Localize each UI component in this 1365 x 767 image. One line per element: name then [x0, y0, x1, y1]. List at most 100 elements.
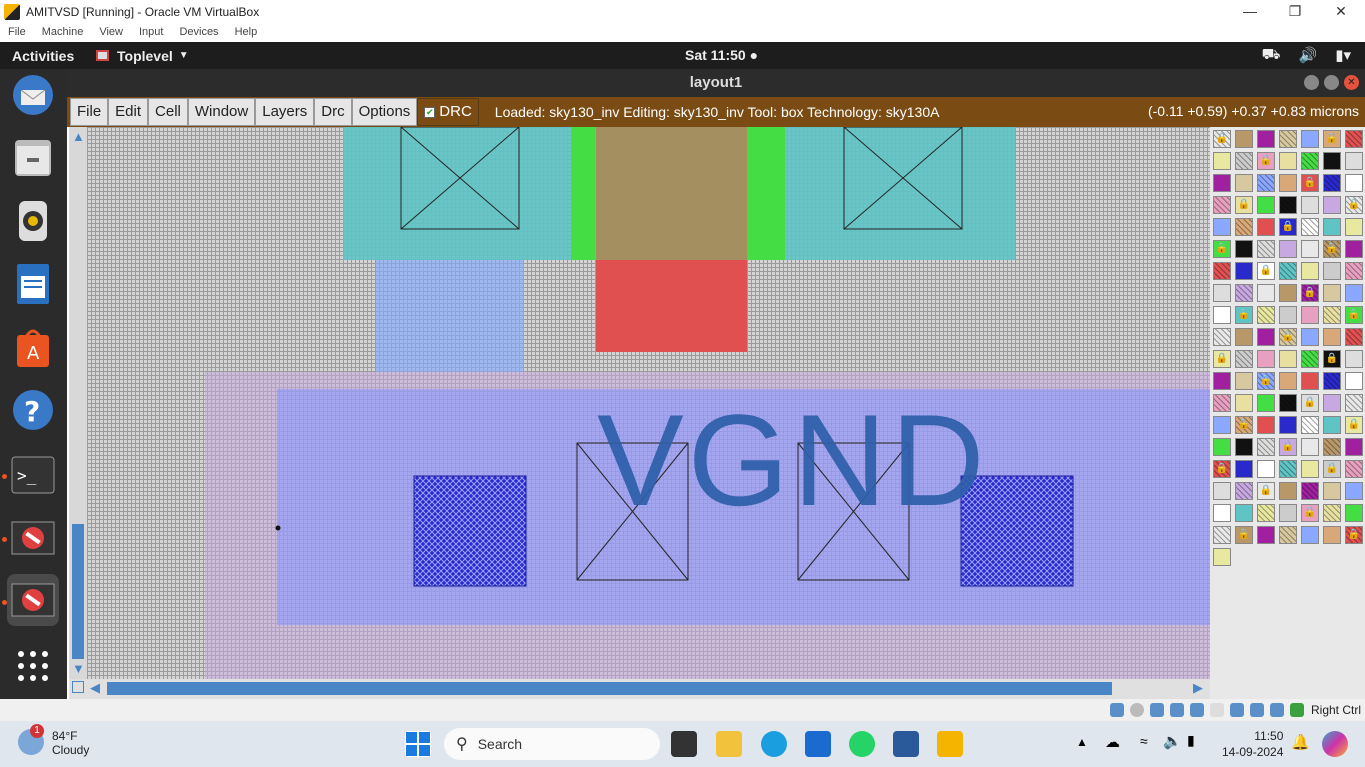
layer-swatch[interactable] — [1301, 328, 1319, 346]
layer-swatch[interactable]: 🔒 — [1323, 350, 1341, 368]
layer-swatch[interactable] — [1257, 284, 1275, 302]
cpu-icon[interactable] — [1270, 703, 1284, 717]
task-view-icon[interactable] — [671, 731, 697, 757]
layer-swatch[interactable]: 🔒 — [1213, 130, 1231, 148]
wifi-icon[interactable]: ≈ — [1140, 733, 1148, 749]
layer-swatch[interactable]: 🔒 — [1345, 196, 1363, 214]
layer-swatch[interactable] — [1213, 526, 1231, 544]
layer-swatch[interactable] — [1279, 196, 1297, 214]
layer-swatch[interactable] — [1257, 438, 1275, 456]
layer-swatch[interactable] — [1257, 416, 1275, 434]
audio-icon[interactable] — [1150, 703, 1164, 717]
layer-swatch[interactable] — [1213, 328, 1231, 346]
dock-writer[interactable] — [7, 258, 59, 310]
magic-menu-edit[interactable]: Edit — [108, 98, 149, 126]
display-icon[interactable] — [1230, 703, 1244, 717]
layer-swatch[interactable] — [1213, 416, 1231, 434]
layer-swatch[interactable] — [1257, 328, 1275, 346]
scroll-right-icon[interactable]: ▶ — [1193, 680, 1203, 696]
layer-swatch[interactable] — [1323, 504, 1341, 522]
horizontal-scroll-thumb[interactable] — [107, 682, 1112, 695]
layer-swatch[interactable] — [1323, 482, 1341, 500]
layer-swatch[interactable] — [1235, 482, 1253, 500]
layer-swatch[interactable] — [1279, 416, 1297, 434]
layer-swatch[interactable] — [1235, 394, 1253, 412]
layer-swatch[interactable] — [1235, 504, 1253, 522]
layer-swatch[interactable] — [1257, 174, 1275, 192]
layer-swatch[interactable] — [1257, 350, 1275, 368]
layer-swatch[interactable] — [1279, 130, 1297, 148]
layer-swatch[interactable] — [1213, 174, 1231, 192]
minimize-icon[interactable]: — — [1227, 0, 1273, 23]
layer-swatch[interactable] — [1279, 460, 1297, 478]
layer-swatch[interactable] — [1213, 438, 1231, 456]
layer-swatch[interactable] — [1345, 284, 1363, 302]
layer-swatch[interactable] — [1213, 152, 1231, 170]
layer-swatch[interactable]: 🔒 — [1235, 306, 1253, 324]
dock-software[interactable]: A — [7, 321, 59, 373]
layer-swatch[interactable] — [1235, 328, 1253, 346]
layer-swatch[interactable] — [1323, 218, 1341, 236]
layer-swatch[interactable] — [1301, 416, 1319, 434]
layer-swatch[interactable] — [1279, 482, 1297, 500]
layer-swatch[interactable] — [1301, 460, 1319, 478]
layer-swatch[interactable] — [1279, 262, 1297, 280]
edge-icon[interactable] — [761, 731, 787, 757]
layer-swatch[interactable] — [1279, 306, 1297, 324]
layer-swatch[interactable] — [1279, 284, 1297, 302]
onedrive-icon[interactable]: ☁ — [1105, 733, 1120, 751]
dock-magic-window-2[interactable] — [7, 574, 59, 626]
layer-swatch[interactable] — [1257, 196, 1275, 214]
layer-swatch[interactable] — [1345, 438, 1363, 456]
magic-menu-drc[interactable]: Drc — [314, 98, 352, 126]
layer-swatch[interactable]: 🔒 — [1257, 482, 1275, 500]
file-explorer-icon[interactable] — [716, 731, 742, 757]
virtualbox-manager-icon[interactable] — [893, 731, 919, 757]
mouse-integration-icon[interactable] — [1290, 703, 1304, 717]
store-icon[interactable] — [805, 731, 831, 757]
layer-swatch[interactable] — [1213, 482, 1231, 500]
layer-swatch[interactable]: 🔒 — [1345, 306, 1363, 324]
layer-swatch[interactable] — [1301, 438, 1319, 456]
layer-swatch[interactable] — [1257, 460, 1275, 478]
layer-swatch[interactable]: 🔒 — [1279, 328, 1297, 346]
layer-swatch[interactable] — [1323, 306, 1341, 324]
layer-swatch[interactable] — [1257, 240, 1275, 258]
layer-swatch[interactable] — [1301, 482, 1319, 500]
layer-swatch[interactable] — [1279, 526, 1297, 544]
layer-swatch[interactable]: 🔒 — [1279, 438, 1297, 456]
layer-swatch[interactable] — [1213, 372, 1231, 390]
layer-swatch[interactable] — [1279, 394, 1297, 412]
layer-swatch[interactable] — [1279, 504, 1297, 522]
layer-swatch[interactable] — [1345, 262, 1363, 280]
layer-swatch[interactable]: 🔒 — [1235, 416, 1253, 434]
minimize-icon[interactable] — [1304, 75, 1319, 90]
layer-swatch[interactable]: 🔒 — [1301, 394, 1319, 412]
horizontal-scrollbar[interactable]: ◀ ▶ — [69, 679, 1210, 699]
layer-swatch[interactable] — [1345, 152, 1363, 170]
layer-swatch[interactable] — [1279, 152, 1297, 170]
layer-swatch[interactable] — [1301, 372, 1319, 390]
close-icon[interactable]: ✕ — [1318, 0, 1364, 23]
layer-swatch[interactable] — [1257, 130, 1275, 148]
battery-icon[interactable]: ▮ — [1187, 732, 1195, 749]
layer-swatch[interactable]: 🔒 — [1323, 460, 1341, 478]
layer-swatch[interactable] — [1323, 526, 1341, 544]
layer-swatch[interactable] — [1213, 548, 1231, 566]
layer-swatch[interactable] — [1257, 504, 1275, 522]
network-icon[interactable]: ⛟ — [1262, 46, 1281, 65]
scroll-left-icon[interactable]: ◀ — [90, 680, 100, 696]
layer-swatch[interactable]: 🔒 — [1213, 460, 1231, 478]
magic-menu-options[interactable]: Options — [351, 98, 418, 126]
layer-swatch[interactable] — [1323, 416, 1341, 434]
layer-swatch[interactable] — [1323, 174, 1341, 192]
copilot-icon[interactable] — [1322, 731, 1348, 757]
vbox-menu-machine[interactable]: Machine — [34, 23, 92, 42]
layer-swatch[interactable] — [1235, 152, 1253, 170]
vertical-scroll-thumb[interactable] — [72, 524, 84, 659]
start-button[interactable] — [405, 731, 431, 757]
volume-icon[interactable]: 🔊 — [1299, 46, 1318, 65]
layer-swatch[interactable]: 🔒 — [1213, 350, 1231, 368]
layer-swatch[interactable]: 🔒 — [1279, 218, 1297, 236]
layer-swatch[interactable]: 🔒 — [1301, 284, 1319, 302]
